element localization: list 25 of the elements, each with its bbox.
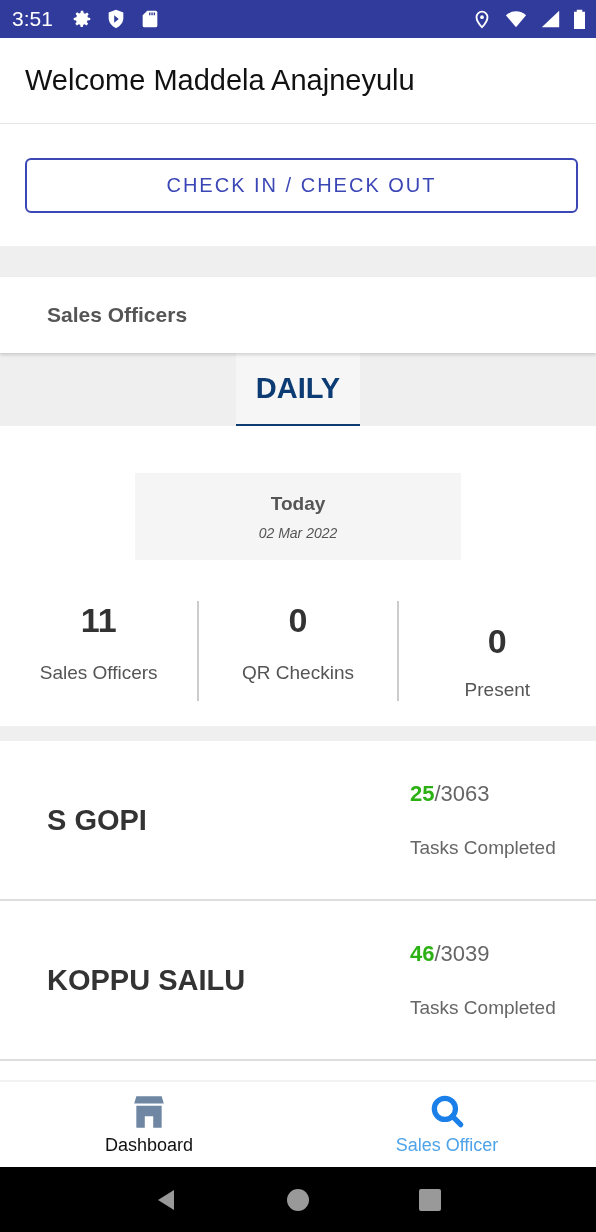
section-title: Sales Officers	[47, 303, 188, 327]
welcome-title: Welcome Maddela Anajneyulu	[25, 64, 415, 97]
wifi-icon	[505, 8, 527, 30]
home-icon[interactable]	[286, 1187, 310, 1212]
date-text: 02 Mar 2022	[258, 524, 338, 541]
stat-label: QR Checkins	[242, 662, 354, 684]
stat-value: 0	[487, 622, 507, 661]
date-title: Today	[270, 492, 326, 515]
battery-icon	[573, 8, 586, 30]
stat-value: 11	[80, 601, 117, 640]
officer-name: KOPPU SAILU	[47, 963, 246, 997]
recents-icon[interactable]	[418, 1187, 442, 1212]
total-count: /3063	[434, 781, 490, 806]
done-count: 46	[410, 941, 435, 966]
officer-name: S GOPI	[47, 803, 147, 837]
check-in-button[interactable]: CHECK IN / CHECK OUT	[25, 157, 578, 213]
stat-label: Sales Officers	[39, 662, 158, 684]
done-count: 25	[410, 781, 435, 806]
total-count: /3039	[434, 941, 490, 966]
tasks-caption: Tasks Completed	[410, 837, 557, 859]
tasks-caption: Tasks Completed	[410, 997, 557, 1019]
tab[interactable]: DAILY	[235, 353, 361, 426]
clock: 3:51	[12, 7, 53, 31]
stat-value: 0	[288, 601, 308, 640]
stat-label: Present	[464, 679, 531, 701]
